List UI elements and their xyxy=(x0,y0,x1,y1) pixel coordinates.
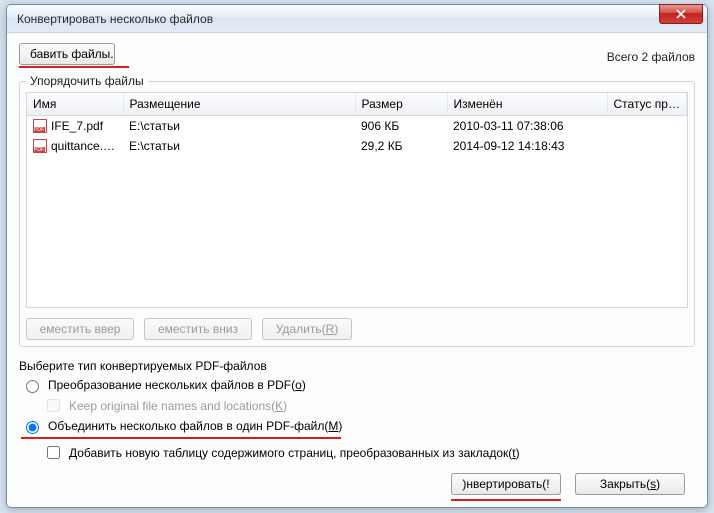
order-files-group: Упорядочить файлы Имя Размещение Размер … xyxy=(19,74,695,347)
check-keep-names-input xyxy=(47,399,60,412)
cell-status xyxy=(607,116,687,137)
col-size[interactable]: Размер xyxy=(355,93,447,116)
pdf-file-icon xyxy=(33,119,47,133)
col-status[interactable]: Статус преоб... xyxy=(607,93,687,116)
add-files-button[interactable]: бавить файлы... xyxy=(19,43,115,65)
table-row[interactable]: quittance.pdf E:\статьи 29,2 КБ 2014-09-… xyxy=(27,136,687,156)
radio-merge-input[interactable] xyxy=(26,421,39,434)
cell-location: E:\статьи xyxy=(123,136,355,156)
convert-button[interactable]: )нвертировать(! xyxy=(451,473,561,495)
cell-size: 29,2 КБ xyxy=(355,136,447,156)
close-icon[interactable] xyxy=(659,4,703,24)
cell-modified: 2010-03-11 07:38:06 xyxy=(447,116,607,137)
annotation-underline xyxy=(19,66,129,68)
col-modified[interactable]: Изменён xyxy=(447,93,607,116)
check-add-toc-input[interactable] xyxy=(47,446,60,459)
window-title: Конвертировать несколько файлов xyxy=(17,12,213,26)
cell-size: 906 КБ xyxy=(355,116,447,137)
pdf-file-icon xyxy=(33,139,47,153)
footer-buttons: )нвертировать(! Закрыть(s) xyxy=(19,465,695,499)
file-table: Имя Размещение Размер Изменён Статус пре… xyxy=(26,92,688,308)
cell-name: IFE_7.pdf xyxy=(51,119,103,133)
col-location[interactable]: Размещение xyxy=(123,93,355,116)
move-up-button: еместить ввер xyxy=(26,318,134,340)
cell-status xyxy=(607,136,687,156)
check-keep-names: Keep original file names and locations(K… xyxy=(43,396,695,415)
move-down-button: еместить вниз xyxy=(144,318,252,340)
table-row[interactable]: IFE_7.pdf E:\статьи 906 КБ 2010-03-11 07… xyxy=(27,116,687,137)
group-legend: Упорядочить файлы xyxy=(26,74,148,88)
dialog-window: Конвертировать несколько файлов бавить ф… xyxy=(6,4,708,508)
cell-modified: 2014-09-12 14:18:43 xyxy=(447,136,607,156)
annotation-underline xyxy=(21,437,341,439)
reorder-button-row: еместить ввер еместить вниз Удалить(R) xyxy=(20,314,694,346)
dialog-content: бавить файлы... Всего 2 файлов Упорядочи… xyxy=(7,33,707,507)
check-add-toc[interactable]: Добавить новую таблицу содержимого стран… xyxy=(43,443,695,462)
total-files-label: Всего 2 файлов xyxy=(607,50,695,64)
col-name[interactable]: Имя xyxy=(27,93,123,116)
radio-multi-to-pdf[interactable]: Преобразование нескольких файлов в PDF(o… xyxy=(21,377,695,393)
radio-merge-to-one[interactable]: Объединить несколько файлов в один PDF-ф… xyxy=(21,418,695,434)
table-header-row: Имя Размещение Размер Изменён Статус пре… xyxy=(27,93,687,116)
cell-location: E:\статьи xyxy=(123,116,355,137)
close-button[interactable]: Закрыть(s) xyxy=(575,473,685,495)
top-row: бавить файлы... Всего 2 файлов xyxy=(19,43,695,70)
annotation-underline-wrap: )нвертировать(! xyxy=(451,473,561,495)
type-section: Выберите тип конвертируемых PDF-файлов П… xyxy=(19,359,695,465)
delete-button: Удалить(R) xyxy=(262,318,352,340)
type-caption: Выберите тип конвертируемых PDF-файлов xyxy=(19,359,695,373)
radio-multi-input[interactable] xyxy=(26,380,39,393)
cell-name: quittance.pdf xyxy=(51,139,120,153)
title-bar: Конвертировать несколько файлов xyxy=(7,5,707,33)
